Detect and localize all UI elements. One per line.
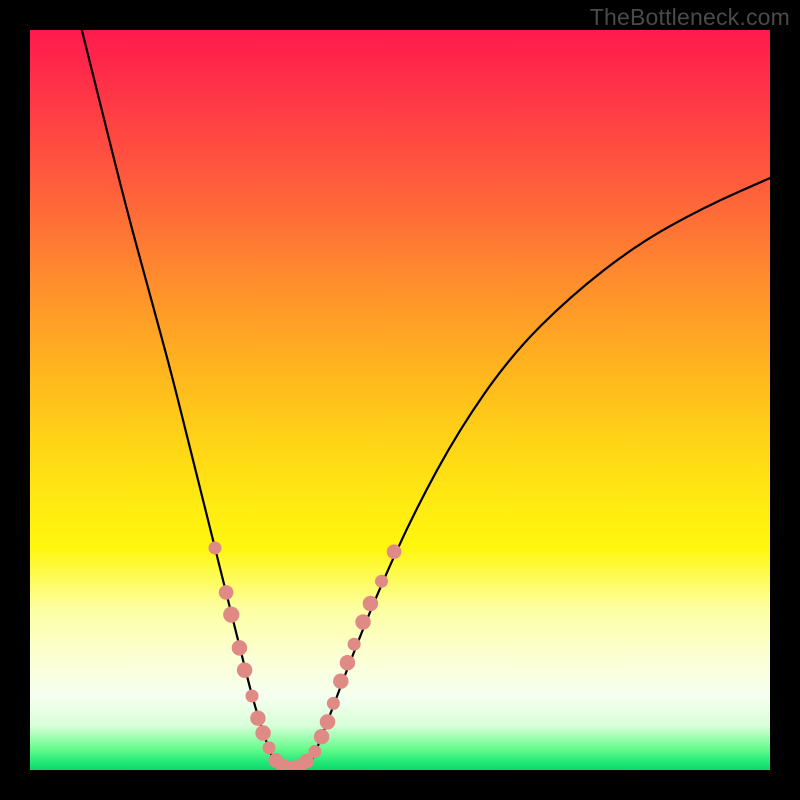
bead-point [250,710,265,725]
beads-group [208,541,401,770]
bead-point [308,745,321,758]
bead-point [314,729,329,744]
bead-point [255,725,270,740]
bead-point [232,640,247,655]
watermark-text: TheBottleneck.com [590,4,790,31]
bead-point [237,662,252,677]
plot-area [30,30,770,770]
chart-frame: TheBottleneck.com [0,0,800,800]
bead-point [223,606,239,622]
bead-point [263,741,276,754]
bead-point [340,655,355,670]
bottleneck-curve [82,30,770,769]
bead-point [219,585,234,600]
curve-svg [30,30,770,770]
bead-point [333,673,348,688]
bead-point [355,614,370,629]
bead-point [245,689,258,702]
bead-point [208,541,221,554]
bead-point [327,697,340,710]
bead-point [387,544,402,559]
bead-point [363,596,378,611]
bead-point [375,575,388,588]
bead-point [320,714,335,729]
bead-point [348,638,361,651]
